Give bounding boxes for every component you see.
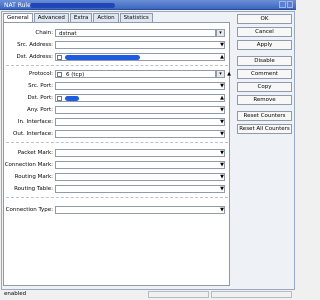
redacted-title-text [30,2,115,8]
in-interface-row: In. Interface: ▼ [4,118,231,126]
triangle-down-icon[interactable]: ▼ [219,83,225,89]
status-bar: enabled [1,289,295,298]
protocol-value: 6 (tcp) [66,71,85,78]
status-cell [148,291,209,298]
dst-address-row: Dst. Address: ▲ [4,53,231,61]
reset-all-counters-button[interactable]: Reset All Counters [237,124,292,134]
any-port-field[interactable] [55,106,225,114]
dst-address-label: Dst. Address: [16,54,53,60]
separator [6,65,228,66]
separator [6,197,228,198]
packet-mark-row: Packet Mark: ▼ [4,149,231,157]
triangle-up-icon[interactable]: ▲ [226,71,232,77]
disable-button[interactable]: Disable [237,56,292,66]
reset-counters-button[interactable]: Reset Counters [237,111,292,121]
tab-advanced[interactable]: Advanced [33,13,69,22]
routing-mark-label: Routing Mark: [14,174,53,180]
chain-label: Chain: [35,30,53,36]
tab-bar: General Advanced Extra Action Statistics [3,13,154,23]
connection-mark-label: Connection Mark: [4,162,53,168]
apply-button[interactable]: Apply [237,40,292,50]
in-interface-field[interactable] [55,118,225,126]
out-interface-field[interactable] [55,130,225,138]
ok-button[interactable]: OK [237,14,292,24]
tab-extra[interactable]: Extra [69,13,93,22]
copy-button[interactable]: Copy [237,82,292,92]
status-text: enabled [4,291,27,297]
out-interface-row: Out. Interface: ▼ [4,130,231,138]
out-interface-label: Out. Interface: [13,131,53,137]
packet-mark-field[interactable] [55,149,225,157]
routing-mark-field[interactable] [55,173,225,181]
connection-type-row: Connection Type: ▼ [4,206,231,214]
routing-mark-row: Routing Mark: ▼ [4,173,231,181]
src-port-row: Src. Port: ▼ [4,82,231,90]
protocol-label: Protocol: [28,71,53,77]
protocol-dropdown-icon[interactable]: ▾ [216,70,225,78]
triangle-down-icon[interactable]: ▼ [219,162,225,168]
status-cell [211,291,292,298]
src-port-field[interactable] [55,82,225,90]
connection-mark-field[interactable] [55,161,225,169]
triangle-down-icon[interactable]: ▼ [219,207,225,213]
minimize-button[interactable] [279,1,286,8]
routing-table-field[interactable] [55,185,225,193]
redacted-dst-port [65,95,79,101]
chain-row: Chain: dstnat ▾ [4,29,231,37]
chain-field[interactable]: dstnat [55,29,216,37]
packet-mark-label: Packet Mark: [17,150,53,156]
redacted-dst-address [65,54,140,60]
remove-button[interactable]: Remove [237,95,292,105]
dst-port-row: Dst. Port: ▲ [4,94,231,102]
routing-table-row: Routing Table: ▼ [4,185,231,193]
dst-port-field[interactable] [55,94,225,102]
connection-mark-row: Connection Mark: ▼ [4,161,231,169]
title-bar: NAT Rule [0,0,296,10]
protocol-field[interactable]: 6 (tcp) [55,70,216,78]
triangle-down-icon[interactable]: ▼ [219,150,225,156]
dst-address-negate-checkbox[interactable] [57,54,62,60]
any-port-label: Any. Port: [27,107,53,113]
src-address-row: Src. Address: ▼ [4,41,231,49]
separator [6,142,228,143]
triangle-up-icon[interactable]: ▲ [219,54,225,60]
protocol-negate-checkbox[interactable] [57,71,62,77]
triangle-down-icon[interactable]: ▼ [219,174,225,180]
connection-type-label: Connection Type: [5,207,53,213]
connection-type-field[interactable] [55,206,225,214]
dst-port-label: Dst. Port: [27,95,53,101]
chain-dropdown-icon[interactable]: ▾ [216,29,225,37]
chain-value: dstnat [59,30,77,37]
dst-port-negate-checkbox[interactable] [57,95,62,101]
in-interface-label: In. Interface: [17,119,53,125]
close-button[interactable] [286,1,293,8]
triangle-down-icon[interactable]: ▼ [219,42,225,48]
tab-statistics[interactable]: Statistics [119,13,153,22]
window-controls [279,1,293,8]
triangle-down-icon[interactable]: ▼ [219,186,225,192]
comment-button[interactable]: Comment [237,69,292,79]
tab-action[interactable]: Action [93,13,119,22]
triangle-down-icon[interactable]: ▼ [219,119,225,125]
protocol-row: Protocol: 6 (tcp) ▾ ▲ [4,70,231,78]
triangle-down-icon[interactable]: ▼ [219,107,225,113]
any-port-row: Any. Port: ▼ [4,106,231,114]
triangle-up-icon[interactable]: ▲ [219,95,225,101]
triangle-down-icon[interactable]: ▼ [219,131,225,137]
routing-table-label: Routing Table: [14,186,53,192]
src-address-label: Src. Address: [17,42,53,48]
src-address-field[interactable] [55,41,225,49]
src-port-label: Src. Port: [28,83,53,89]
cancel-button[interactable]: Cancel [237,27,292,37]
window-title: NAT Rule [4,1,31,9]
general-panel: Chain: dstnat ▾ Src. Address: ▼ Dst. Add… [3,22,231,286]
